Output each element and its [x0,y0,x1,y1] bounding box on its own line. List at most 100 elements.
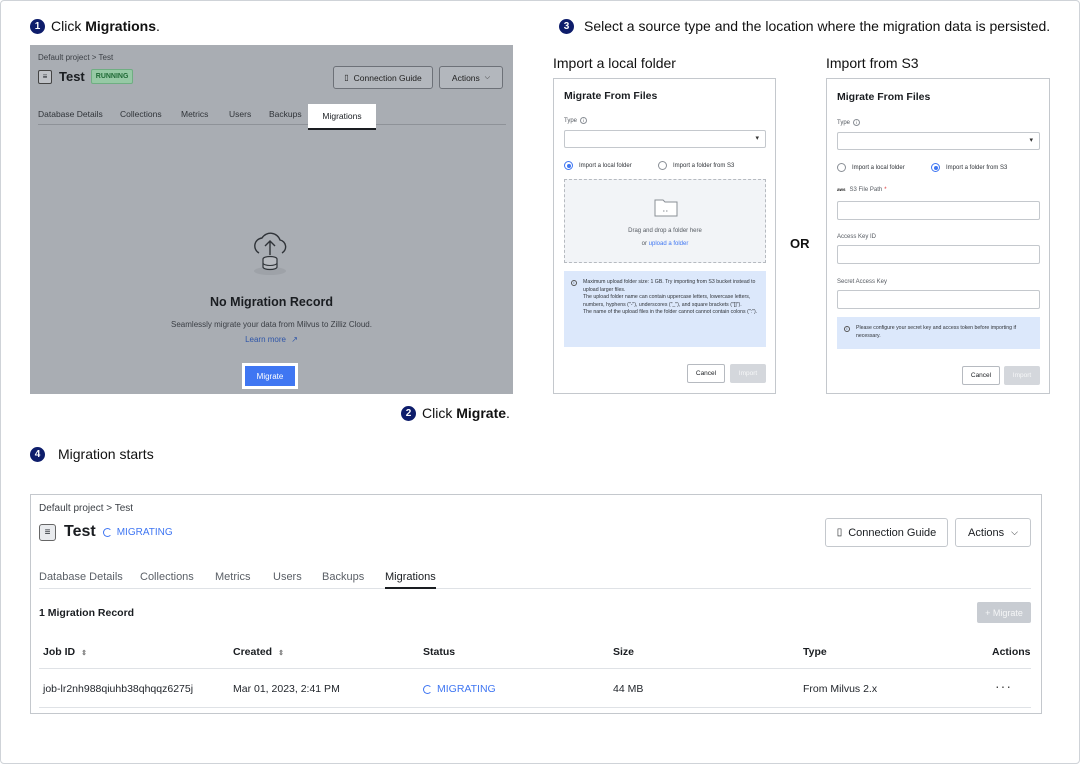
more-actions-icon[interactable]: ··· [995,678,1012,694]
tab-bar: Database Details Collections Metrics Use… [38,109,506,125]
step-2-badge: 2 [401,405,416,421]
import-button[interactable]: Import [1004,366,1040,385]
cloud-upload-icon [254,232,287,275]
radio-local-unselected[interactable] [837,163,846,172]
cancel-button[interactable]: Cancel [687,364,725,383]
step-4-badge: 4 [30,446,45,462]
radio-s3-label: Import a folder from S3 [946,164,1008,171]
status-badge: MIGRATING [102,526,173,538]
step-1-prefix: Click [51,18,86,34]
s3-path-label: S3 File Path [849,187,883,193]
upload-folder-link[interactable]: upload a folder [649,241,689,247]
tab-backups[interactable]: Backups [269,109,302,119]
connection-guide-label: Connection Guide [353,72,422,83]
drop-text: Drag and drop a folder here [628,228,702,234]
loading-spinner-icon [423,684,432,694]
connection-guide-button[interactable]: ▯ Connection Guide [333,66,433,89]
step-4-label: 4 Migration starts [30,446,154,462]
step-1-suffix: . [156,18,160,34]
tab-users[interactable]: Users [229,109,251,119]
page-title-row: ≡ Test RUNNING [38,69,134,84]
migrate-from-files-local-dialog: Migrate From Files Type i ▾ Import a loca… [553,78,776,394]
empty-state-title: No Migration Record [210,295,333,309]
or-divider: OR [790,236,810,251]
folder-drop-zone[interactable]: Drag and drop a folder here or upload a … [564,179,766,263]
page-title: Test [59,69,85,84]
actions-button[interactable]: Actions ⌵ [439,66,503,89]
step4-migrations-page: Default project > Test ≡ Test MIGRATING … [30,494,1042,714]
tab-bar: Database Details Collections Metrics Use… [39,571,1031,589]
step-2-bold: Migrate [456,405,507,421]
status-badge: RUNNING [90,69,134,84]
type-label: Type i [837,119,861,126]
add-migrate-button[interactable]: + Migrate [977,602,1031,623]
tab-collections[interactable]: Collections [140,571,194,583]
radio-import-local[interactable]: Import a local folder [564,161,632,170]
note-line-1: Maximum upload folder size: 1 GB. Try im… [583,279,756,293]
radio-import-s3[interactable]: Import a folder from S3 [931,163,1007,172]
step-2-suffix: . [506,405,510,421]
page-title-row: ≡ Test MIGRATING [39,523,173,541]
note-line-3: The name of the upload files in the fold… [583,309,758,315]
note-line-2: The upload folder name can contain upper… [583,294,751,308]
tab-database-details[interactable]: Database Details [39,571,123,583]
radio-import-s3[interactable]: Import a folder from S3 [658,161,734,170]
step-2-prefix: Click [422,405,457,421]
step-1-bold: Migrations [85,18,157,34]
tab-collections[interactable]: Collections [120,109,162,119]
learn-more-link[interactable]: Learn more ↗ [30,335,513,344]
tab-metrics[interactable]: Metrics [215,571,250,583]
radio-s3-selected[interactable] [931,163,940,172]
col-status: Status [423,646,456,658]
breadcrumb[interactable]: Default project > Test [38,53,113,62]
col-created[interactable]: Created ⇕ [233,646,284,658]
access-key-label: Access Key ID [837,234,877,240]
radio-local-selected[interactable] [564,161,573,170]
connection-guide-button[interactable]: ▯ Connection Guide [825,518,948,547]
loading-spinner-icon [102,527,112,537]
tab-migrations-highlighted[interactable]: Migrations [308,104,376,130]
tab-migrations[interactable]: Migrations [385,571,436,589]
tab-metrics[interactable]: Metrics [181,109,208,119]
tab-database-details[interactable]: Database Details [38,109,103,119]
required-asterisk-icon: * [884,187,887,193]
breadcrumb[interactable]: Default project > Test [39,503,133,514]
s3-path-input[interactable] [837,201,1040,220]
radio-local-label: Import a local folder [579,162,632,169]
cancel-button[interactable]: Cancel [962,366,1000,385]
empty-state-subtitle: Seamlessly migrate your data from Milvus… [171,320,372,329]
database-icon: ≡ [38,69,52,84]
step-2-label: 2 Click Migrate. [401,405,510,421]
radio-s3-unselected[interactable] [658,161,667,170]
s3-path-label-row: aws S3 File Path * [837,187,887,193]
drop-upload-line: or upload a folder [565,241,765,247]
actions-button[interactable]: Actions ⌵ [955,518,1031,547]
access-key-input[interactable] [837,245,1040,264]
tab-users[interactable]: Users [273,571,302,583]
dialog-title: Migrate From Files [837,91,931,103]
col-job-id[interactable]: Job ID ⇕ [43,646,87,658]
secret-key-input[interactable] [837,290,1040,309]
type-select[interactable]: ▾ [564,130,766,148]
step-1-label: 1 Click Migrations. [30,18,160,34]
status-text: MIGRATING [116,526,173,538]
drop-or: or [641,241,649,247]
external-link-icon: ↗ [291,335,298,344]
aws-logo-icon: aws [837,187,846,192]
connection-guide-label: Connection Guide [848,526,937,539]
radio-import-local[interactable]: Import a local folder [837,163,905,172]
step-3-label: 3 Select a source type and the location … [559,18,1050,34]
cell-created: Mar 01, 2023, 2:41 PM [233,683,340,695]
local-panel-heading: Import a local folder [553,55,676,71]
sort-icon[interactable]: ⇕ [278,650,284,657]
tab-backups[interactable]: Backups [322,571,364,583]
s3-panel-heading: Import from S3 [826,55,919,71]
import-button[interactable]: Import [730,364,766,383]
actions-label: Actions [451,72,480,83]
type-select[interactable]: ▾ [837,132,1040,150]
sort-icon[interactable]: ⇕ [81,650,87,657]
cell-type: From Milvus 2.x [803,683,878,695]
step-4-text: Migration starts [58,446,154,462]
migrate-button[interactable]: Migrate [245,366,295,386]
cell-status: MIGRATING [423,683,496,695]
